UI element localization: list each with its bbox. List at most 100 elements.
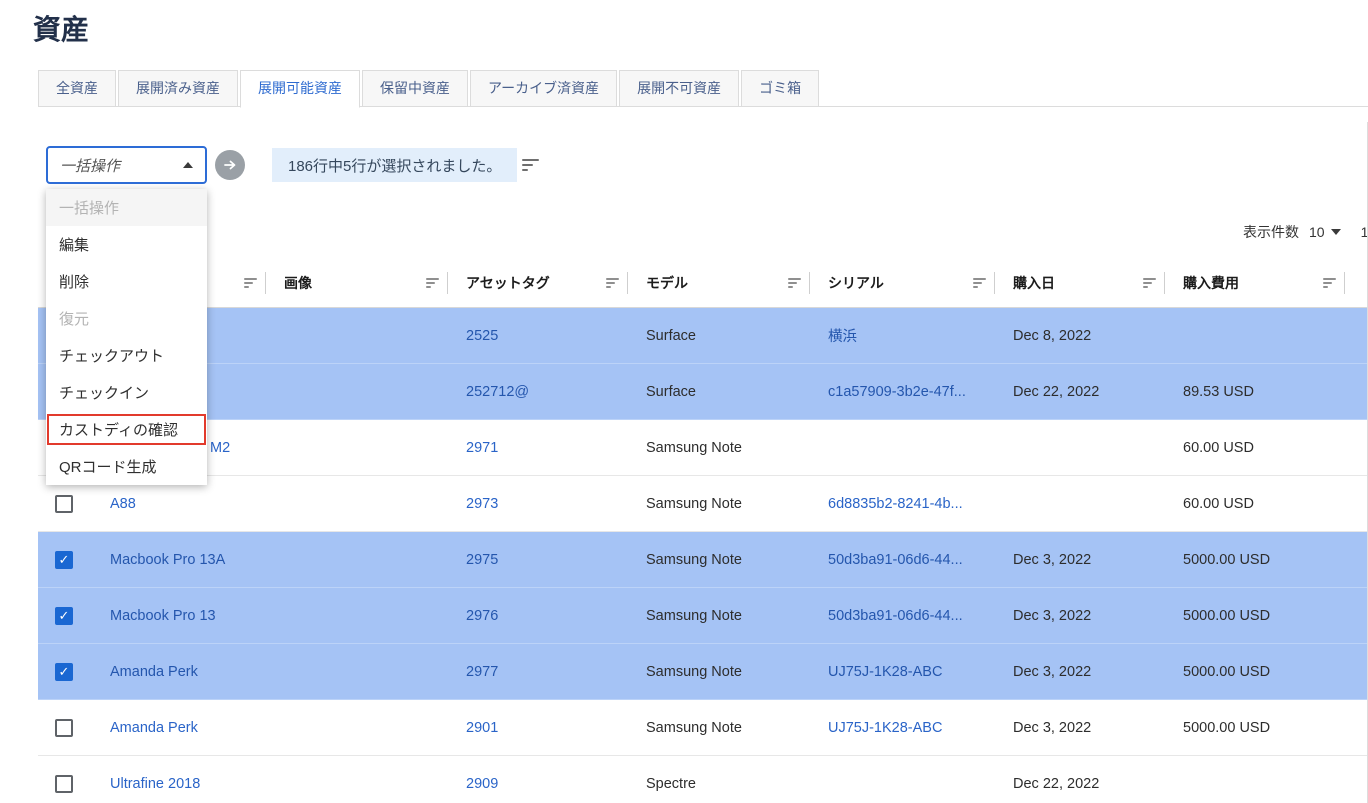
table-cell: Dec 8, 2022 (995, 308, 1165, 363)
caret-down-icon (1331, 229, 1341, 235)
cell-link[interactable]: Macbook Pro 13A (110, 552, 225, 568)
table-cell (266, 308, 448, 363)
cell-text: Dec 3, 2022 (1013, 720, 1091, 736)
bulk-menu-item-5[interactable]: チェックアウト (46, 337, 207, 374)
table-row: ✓252712@Surfacec1a57909-3b2e-47f...Dec 2… (38, 364, 1368, 420)
go-button[interactable] (215, 150, 245, 180)
cell-link[interactable]: 2525 (466, 328, 498, 344)
table-cell (266, 476, 448, 531)
table-cell: Dec 3, 2022 (995, 588, 1165, 643)
row-checkbox[interactable]: ✓ (55, 551, 73, 569)
cell-link[interactable]: Ultrafine 2018 (110, 776, 200, 792)
table-cell: 2976 (448, 588, 628, 643)
cell-link[interactable]: M2 (210, 440, 230, 456)
cell-link[interactable]: 252712@ (466, 384, 529, 400)
bulk-actions-select[interactable]: 一括操作 (46, 146, 207, 184)
column-header[interactable]: 購入費用 (1165, 258, 1345, 307)
column-filter-icon[interactable] (426, 278, 439, 288)
cell-link[interactable]: 2973 (466, 496, 498, 512)
table-cell (1345, 700, 1368, 755)
cell-link[interactable]: 50d3ba91-06d6-44... (828, 552, 963, 568)
row-checkbox[interactable]: ✓ (55, 607, 73, 625)
bulk-menu-item-6[interactable]: チェックイン (46, 374, 207, 411)
tab-4[interactable]: 保留中資産 (362, 70, 468, 107)
table-cell (1345, 644, 1368, 699)
column-header[interactable]: シリアル (810, 258, 995, 307)
table-cell: 5000.00 USD (1165, 588, 1345, 643)
bulk-menu-item-8[interactable]: QRコード生成 (46, 448, 207, 485)
cell-link[interactable]: c1a57909-3b2e-47f... (828, 384, 966, 400)
table-cell: Surface (628, 308, 810, 363)
column-filter-icon[interactable] (1323, 278, 1336, 288)
arrow-right-icon (222, 157, 238, 173)
cell-link[interactable]: A88 (110, 496, 136, 512)
cell-link[interactable]: 横浜 (828, 325, 857, 346)
bulk-menu-item-3[interactable]: 削除 (46, 263, 207, 300)
cell-link[interactable]: 6d8835b2-8241-4b... (828, 496, 963, 512)
row-checkbox[interactable]: ✓ (55, 663, 73, 681)
assets-table: 画像アセットタグモデルシリアル購入日 購入費用 ✓ 2525 Surface 横浜 Dec… (38, 258, 1368, 803)
column-filter-icon[interactable] (244, 278, 257, 288)
cell-link[interactable]: 2901 (466, 720, 498, 736)
tab-2[interactable]: 展開済み資産 (118, 70, 238, 107)
cell-link[interactable]: 2975 (466, 552, 498, 568)
cell-text: 5000.00 USD (1183, 720, 1270, 736)
column-filter-icon[interactable] (973, 278, 986, 288)
table-cell: Spectre (628, 756, 810, 803)
table-cell: Dec 22, 2022 (995, 756, 1165, 803)
row-checkbox[interactable] (55, 775, 73, 793)
page-size-select[interactable]: 10 (1309, 224, 1341, 240)
column-filter-icon[interactable] (788, 278, 801, 288)
table-cell: 2971 (448, 420, 628, 475)
column-header[interactable]: アセットタグ (448, 258, 628, 307)
cell-link[interactable]: Macbook Pro 13 (110, 608, 216, 624)
cell-text: 60.00 USD (1183, 496, 1254, 512)
cell-link[interactable]: 2976 (466, 608, 498, 624)
table-cell: Surface (628, 364, 810, 419)
cell-link[interactable]: 2977 (466, 664, 498, 680)
tab-3[interactable]: 展開可能資産 (240, 70, 360, 108)
row-checkbox[interactable] (55, 495, 73, 513)
filter-list-icon[interactable] (522, 159, 539, 171)
table-cell: c1a57909-3b2e-47f... (810, 364, 995, 419)
cell-link[interactable]: 2971 (466, 440, 498, 456)
cell-link[interactable]: 50d3ba91-06d6-44... (828, 608, 963, 624)
cell-link[interactable]: Amanda Perk (110, 720, 198, 736)
cell-link[interactable]: UJ75J-1K28-ABC (828, 664, 942, 680)
bulk-menu-item-7[interactable]: カストディの確認 (47, 414, 206, 445)
row-checkbox[interactable] (55, 719, 73, 737)
table-cell: 2973 (448, 476, 628, 531)
column-header[interactable]: 購入日 (995, 258, 1165, 307)
tab-5[interactable]: アーカイブ済資産 (470, 70, 617, 107)
table-row: ✓Macbook Pro 132976Samsung Note50d3ba91-… (38, 588, 1368, 644)
bulk-actions-menu: 一括操作編集削除復元チェックアウトチェックインカストディの確認QRコード生成 (46, 189, 207, 485)
column-filter-icon[interactable] (606, 278, 619, 288)
column-header (1345, 258, 1368, 307)
cell-text: Dec 3, 2022 (1013, 664, 1091, 680)
table-cell: 5000.00 USD (1165, 532, 1345, 587)
table-cell (810, 420, 995, 475)
column-header[interactable]: 画像 (266, 258, 448, 307)
column-header-label: 購入日 (1013, 273, 1055, 293)
tab-6[interactable]: 展開不可資産 (619, 70, 739, 107)
table-cell: 5000.00 USD (1165, 644, 1345, 699)
cell-text: Dec 3, 2022 (1013, 552, 1091, 568)
cell-link[interactable]: 2909 (466, 776, 498, 792)
bulk-menu-item-2[interactable]: 編集 (46, 226, 207, 263)
table-cell (266, 644, 448, 699)
cell-link[interactable]: UJ75J-1K28-ABC (828, 720, 942, 736)
caret-up-icon (183, 162, 193, 168)
table-cell (1345, 476, 1368, 531)
tab-1[interactable]: 全資産 (38, 70, 116, 107)
table-cell (1345, 308, 1368, 363)
column-filter-icon[interactable] (1143, 278, 1156, 288)
table-cell: Samsung Note (628, 532, 810, 587)
cell-text: Samsung Note (646, 664, 742, 680)
table-header: 画像アセットタグモデルシリアル購入日 購入費用 (38, 258, 1368, 308)
table-cell (38, 700, 92, 755)
assets-page: 資産 全資産展開済み資産展開可能資産保留中資産アーカイブ済資産展開不可資産ゴミ箱… (0, 0, 1368, 803)
table-cell: Ultrafine 2018 (92, 756, 266, 803)
tab-7[interactable]: ゴミ箱 (741, 70, 819, 107)
cell-link[interactable]: Amanda Perk (110, 664, 198, 680)
column-header[interactable]: モデル (628, 258, 810, 307)
